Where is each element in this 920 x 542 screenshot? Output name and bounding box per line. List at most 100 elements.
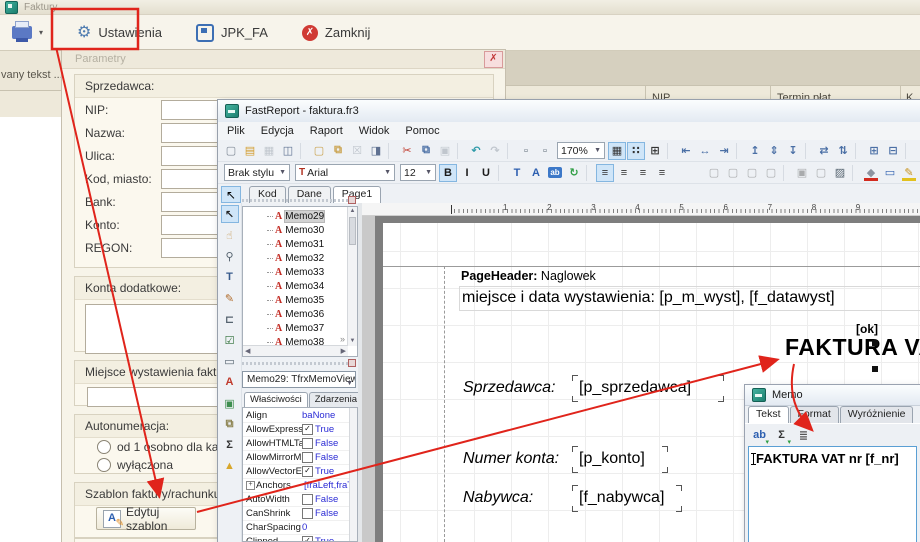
picture-object-icon[interactable]: ▣ — [221, 394, 239, 412]
new-report-icon[interactable]: ▢ — [222, 142, 240, 160]
inspector-tab[interactable]: Zdarzenia — [309, 392, 363, 407]
print-button[interactable]: ▾ — [8, 23, 47, 42]
toolbar-icon[interactable] — [905, 143, 912, 159]
align-bottom-icon[interactable]: ↧ — [784, 142, 802, 160]
align-right-icon[interactable]: ⇥ — [715, 142, 733, 160]
checkbox-icon[interactable] — [302, 438, 313, 449]
memo-label[interactable]: Nabywca: — [463, 489, 533, 507]
align-top-icon[interactable]: ↥ — [746, 142, 764, 160]
toolbar-icon[interactable] — [457, 143, 464, 159]
Clipped[interactable]: + Clipped True — [243, 535, 350, 542]
copy-icon[interactable]: ⧉ — [417, 142, 435, 160]
checkbox-icon[interactable] — [302, 494, 313, 505]
frame-none-icon[interactable]: ▢ — [812, 164, 830, 182]
AutoWidth[interactable]: + AutoWidth False — [243, 493, 350, 507]
text-align-right-icon[interactable]: ≡ — [634, 164, 652, 182]
select-tool-icon[interactable]: ↖ — [221, 205, 239, 223]
paste-icon[interactable]: ▣ — [436, 142, 454, 160]
scroll-thumb[interactable] — [349, 217, 356, 245]
space-v-icon[interactable]: ⇅ — [834, 142, 852, 160]
toolbar-icon[interactable] — [855, 143, 862, 159]
page-settings-icon[interactable]: ◨ — [367, 142, 385, 160]
band-structure-icon[interactable]: ⊏ — [221, 310, 239, 328]
text-align-center-icon[interactable]: ≡ — [615, 164, 633, 182]
open-report-icon[interactable]: ▤ — [241, 142, 259, 160]
select-mode-button[interactable]: ↖ — [221, 186, 241, 203]
close-app-button[interactable]: ✗ Zamknij — [298, 22, 375, 44]
memo-tab[interactable]: Wyróżnienie — [840, 406, 914, 423]
fill-color-icon[interactable]: ◆ — [862, 164, 880, 182]
memo-titlebar[interactable]: Memo — [745, 385, 920, 406]
memo-label[interactable]: Numer konta: — [463, 450, 559, 468]
CanShrink[interactable]: + CanShrink False — [243, 507, 350, 521]
memo-invoice-title[interactable]: FAKTURA VAT nr [f_nr] — [785, 334, 920, 361]
frame-bottom-icon[interactable]: ▢ — [724, 164, 742, 182]
transform-icon[interactable]: ▫ — [536, 142, 554, 160]
italic-button[interactable]: I — [458, 164, 476, 182]
align-left-icon[interactable]: ⇤ — [677, 142, 695, 160]
style-combo[interactable]: Brak stylu ▼ — [224, 164, 290, 181]
frame-all-icon[interactable]: ▣ — [793, 164, 811, 182]
aggregate-icon[interactable]: Σ — [772, 426, 791, 444]
invoice-list[interactable] — [0, 117, 62, 542]
frame-right-icon[interactable]: ▢ — [762, 164, 780, 182]
checkbox-object-icon[interactable]: ☑ — [221, 331, 239, 349]
checkbox-icon[interactable] — [302, 508, 313, 519]
memo-text-editor[interactable]: FAKTURA VAT nr [f_nr] — [748, 446, 917, 542]
scroll-left-icon[interactable]: ◀ — [245, 347, 250, 355]
frame-left-icon[interactable]: ▢ — [743, 164, 761, 182]
selected-object-combo[interactable]: Memo29: TfrxMemoView ▼ — [242, 371, 356, 388]
CharSpacing[interactable]: + CharSpacing 0 — [243, 521, 350, 535]
space-h-icon[interactable]: ⇄ — [815, 142, 833, 160]
scroll-down-icon[interactable]: ▼ — [348, 337, 357, 346]
AllowVectorE[interactable]: + AllowVectorE True — [243, 465, 350, 479]
menu-item[interactable]: Pomoc — [405, 125, 439, 137]
AllowHTMLTa[interactable]: + AllowHTMLTa False — [243, 437, 350, 451]
tree-item[interactable]: A Memo33 — [243, 265, 348, 279]
copy-page-icon[interactable]: ⧉ — [329, 142, 347, 160]
expression-icon[interactable]: ab — [750, 426, 769, 444]
align-middle-icon[interactable]: ⇕ — [765, 142, 783, 160]
tree-item[interactable]: A Memo30 — [243, 223, 348, 237]
memo-tab[interactable]: Format — [790, 406, 839, 423]
jpk-fa-button[interactable]: JPK_FA — [192, 21, 272, 45]
zoom-combo[interactable]: 170% ▼ — [557, 142, 605, 159]
memo-header-line[interactable]: miejsce i data wystawienia: [p_m_wyst], … — [459, 286, 920, 311]
rotate-icon[interactable]: ↻ — [565, 164, 583, 182]
subreport-object-icon[interactable]: ⧉ — [221, 415, 239, 433]
zoom-tool-icon[interactable]: ⚲ — [221, 247, 239, 265]
tree-item[interactable]: A Memo32 — [243, 251, 348, 265]
radio-icon[interactable] — [97, 440, 111, 454]
toolbar-icon[interactable] — [300, 143, 307, 159]
menu-item[interactable]: Widok — [359, 125, 390, 137]
settings-button[interactable]: ⚙ Ustawienia — [73, 22, 166, 44]
font-combo[interactable]: T Arial ▼ — [295, 164, 395, 181]
center-h-band-icon[interactable]: ⊞ — [865, 142, 883, 160]
tree-item[interactable]: A Memo34 — [243, 279, 348, 293]
frame-color-icon[interactable]: ▭ — [881, 164, 899, 182]
preview-icon[interactable]: ◫ — [279, 142, 297, 160]
frame-top-icon[interactable]: ▢ — [705, 164, 723, 182]
fastreport-titlebar[interactable]: FastReport - faktura.fr3 — [218, 100, 920, 123]
cut-icon[interactable]: ✂ — [398, 142, 416, 160]
panel-button-icon[interactable] — [348, 196, 356, 204]
memo-label[interactable]: Sprzedawca: — [463, 379, 556, 397]
text-align-justify-icon[interactable]: ≡ — [653, 164, 671, 182]
tree-item[interactable]: A Memo37 — [243, 321, 348, 335]
toolbar-icon[interactable] — [805, 143, 812, 159]
menu-item[interactable]: Raport — [310, 125, 343, 137]
undo-icon[interactable]: ↶ — [467, 142, 485, 160]
checkbox-icon[interactable] — [302, 452, 313, 463]
checkbox-icon[interactable] — [302, 466, 313, 477]
format-painter-icon[interactable]: ✎ — [221, 289, 239, 307]
frame-edit-icon[interactable]: ▨ — [831, 164, 849, 182]
toolbar-icon[interactable] — [586, 165, 593, 181]
center-v-band-icon[interactable]: ⊟ — [884, 142, 902, 160]
wordwrap-icon[interactable]: ≣ — [794, 426, 813, 444]
redo-icon[interactable]: ↷ — [486, 142, 504, 160]
toolbar-icon[interactable] — [388, 143, 395, 159]
underline-color-icon[interactable]: A — [527, 164, 545, 182]
toolbar-icon[interactable] — [736, 143, 743, 159]
edit-template-button[interactable]: A Edytuj szablon — [96, 507, 196, 530]
panel-button-icon[interactable] — [348, 359, 356, 367]
